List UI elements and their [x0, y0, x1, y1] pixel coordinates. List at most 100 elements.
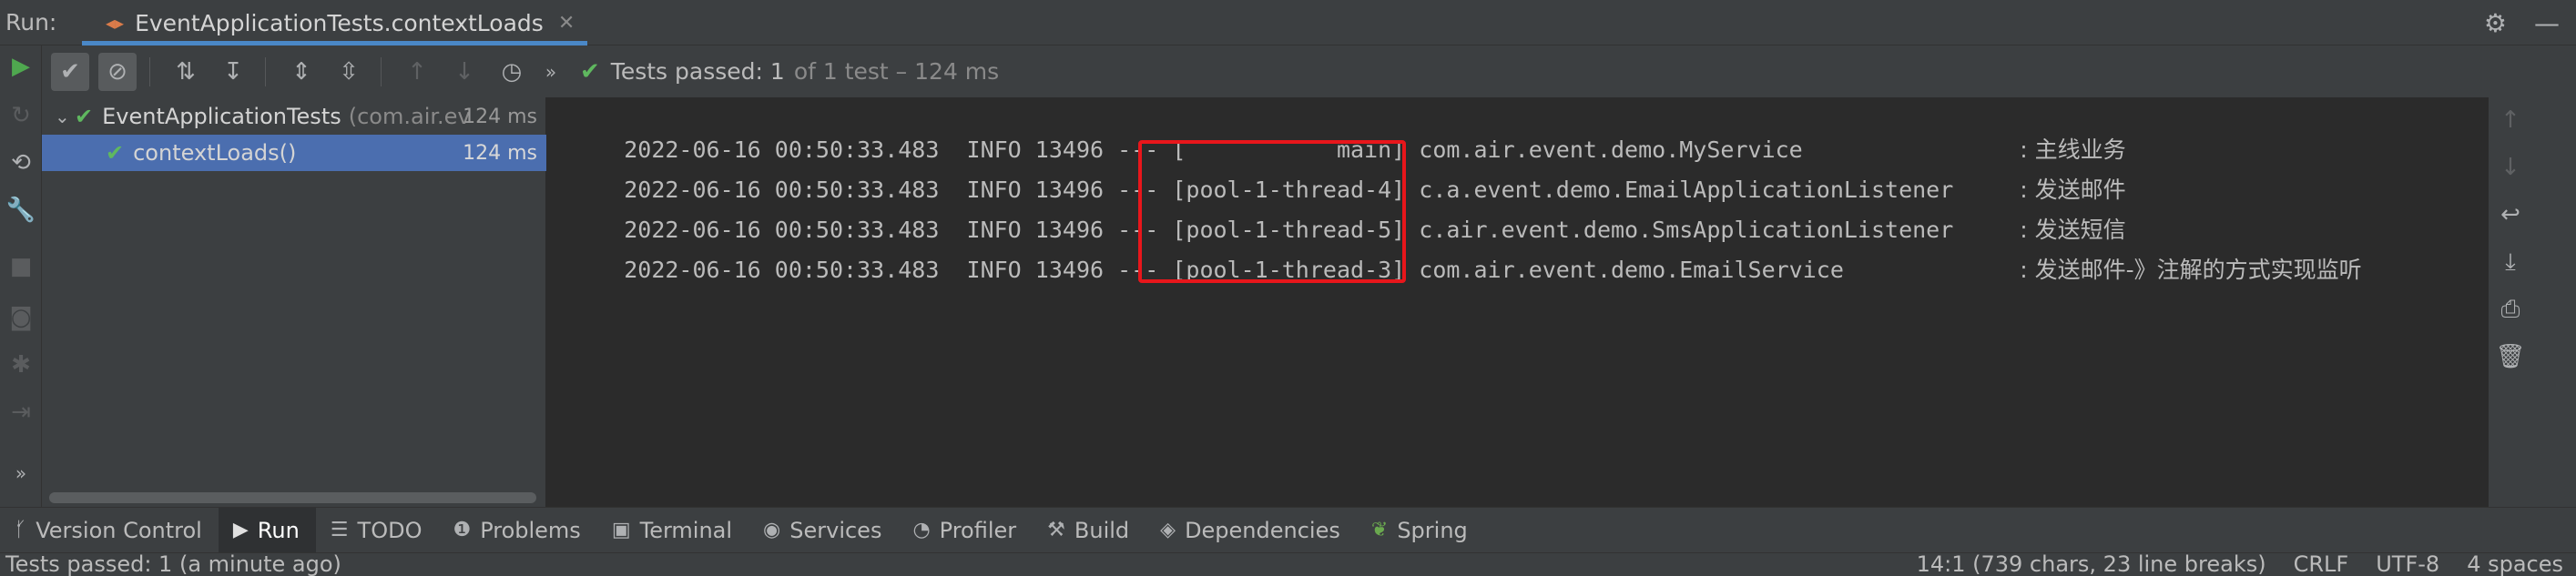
print-icon[interactable]: ⎙: [2489, 296, 2532, 324]
tab-terminal[interactable]: ▣ Terminal: [597, 508, 748, 553]
tab-label: Problems: [480, 517, 581, 543]
test-name: contextLoads(): [133, 140, 297, 166]
expand-all-icon: ⇕: [291, 57, 311, 86]
log-logger: com.air.event.demo.EmailService: [1419, 257, 1844, 283]
tab-todo[interactable]: ☰ TODO: [316, 508, 439, 553]
arrow-down-icon: ↓: [454, 57, 474, 86]
info-icon: ❶: [453, 519, 472, 541]
tab-profiler[interactable]: ◔ Profiler: [898, 508, 1033, 553]
trash-icon[interactable]: 🗑: [2489, 343, 2532, 370]
exit-icon[interactable]: ⇥: [0, 399, 42, 426]
status-message[interactable]: Tests passed: 1 (a minute ago): [5, 551, 341, 576]
gear-icon[interactable]: ⚙: [2484, 8, 2507, 38]
tab-label: Dependencies: [1185, 517, 1340, 543]
caret-position[interactable]: 14:1 (739 chars, 23 line breaks): [1917, 551, 2266, 576]
collapse-all-button[interactable]: ⇳: [330, 53, 368, 91]
tab-label: Run: [257, 517, 300, 543]
branch-icon: ᚶ: [15, 519, 27, 541]
tab-problems[interactable]: ❶ Problems: [438, 508, 596, 553]
tests-passed-detail: of 1 test – 124 ms: [793, 58, 1000, 85]
previous-failed-button[interactable]: ↑: [398, 53, 436, 91]
toolbar-divider: [381, 56, 382, 86]
close-icon[interactable]: ✕: [558, 12, 575, 35]
log-pid: 13496: [1034, 257, 1105, 283]
suite-duration: 124 ms: [463, 105, 537, 128]
profiler-icon: ◔: [912, 519, 931, 541]
tab-label: Profiler: [939, 517, 1017, 543]
rerun-icon[interactable]: ▶: [0, 53, 42, 80]
test-toolbar: ✔ ⊘ ⇅ ↧ ⇕ ⇳ ↑ ↓ ◷ » ✔ Tests passed: 1 of…: [42, 45, 2576, 97]
tab-run[interactable]: ▶ Run: [218, 507, 316, 553]
wrench-icon[interactable]: 🔧: [0, 197, 42, 224]
hammer-icon: ⚒: [1047, 519, 1065, 541]
sort-alphabetically-button[interactable]: ⇅: [167, 53, 205, 91]
test-history-button[interactable]: ◷: [493, 53, 531, 91]
suite-name: EventApplicationTests: [102, 104, 341, 129]
tab-version-control[interactable]: ᚶ Version Control: [0, 508, 219, 553]
log-line: 2022-06-16 00:50:33.483 INFO 13496 --- […: [569, 226, 2361, 283]
console-output[interactable]: 2022-06-16 00:50:33.483 INFO 13496 --- […: [546, 97, 2489, 507]
play-icon: ▶: [232, 519, 249, 541]
more-icon[interactable]: »: [0, 462, 42, 484]
run-label: Run:: [5, 9, 57, 35]
arrow-up-icon[interactable]: ↑: [2489, 106, 2532, 134]
horizontal-scrollbar[interactable]: [49, 492, 536, 503]
next-failed-button[interactable]: ↓: [445, 53, 484, 91]
minimize-icon[interactable]: —: [2534, 8, 2560, 38]
camera-icon[interactable]: ◙: [0, 304, 42, 331]
terminal-icon: ▣: [611, 519, 631, 541]
toolbar-divider: [265, 56, 266, 86]
console-side-toolbar: ↑ ↓ ↩ ⤓ ⎙ 🗑: [2489, 97, 2576, 507]
scroll-to-end-icon[interactable]: ⤓: [2489, 248, 2532, 277]
tab-services[interactable]: ◉ Services: [748, 508, 898, 553]
tests-status: ✔ Tests passed: 1 of 1 test – 124 ms: [580, 58, 999, 86]
toggle-auto-test-icon[interactable]: ⟲: [0, 149, 42, 177]
tab-label: Services: [789, 517, 882, 543]
run-config-tab[interactable]: ◂▸ EventApplicationTests.contextLoads ✕: [82, 0, 588, 45]
arrow-up-icon: ↑: [407, 57, 427, 86]
rerun-failed-icon[interactable]: ↻: [0, 102, 42, 129]
checkmark-icon: ✔: [60, 57, 80, 86]
line-separator[interactable]: CRLF: [2294, 551, 2349, 576]
sort-alpha-icon: ⇅: [176, 57, 196, 86]
run-window-header: Run: ◂▸ EventApplicationTests.contextLoa…: [0, 0, 2576, 45]
chevron-down-icon[interactable]: ⌄: [55, 106, 75, 127]
tab-spring[interactable]: ❦ Spring: [1357, 508, 1484, 553]
stop-icon[interactable]: ■: [0, 253, 42, 280]
left-run-toolbar: ▶ ↻ ⟲ 🔧 ■ ◙ ✱ ⇥ »: [0, 45, 42, 507]
expand-all-button[interactable]: ⇕: [282, 53, 321, 91]
tab-build[interactable]: ⚒ Build: [1033, 508, 1145, 553]
debug-icon[interactable]: ✱: [0, 351, 42, 379]
show-ignored-button[interactable]: ⊘: [98, 52, 137, 91]
history-icon: ◷: [501, 57, 523, 86]
checkmark-icon: ✔: [580, 57, 600, 86]
layers-icon: ◈: [1160, 519, 1176, 541]
tree-item-suite[interactable]: ⌄ ✔ EventApplicationTests (com.air.ev 12…: [42, 98, 546, 135]
log-timestamp: 2022-06-16 00:50:33.483: [624, 257, 940, 283]
leaf-icon: ❦: [1370, 519, 1389, 541]
checkmark-icon: ✔: [75, 104, 94, 129]
tab-label: EventApplicationTests.contextLoads: [135, 9, 544, 36]
soft-wrap-icon[interactable]: ↩: [2489, 201, 2532, 228]
show-passed-button[interactable]: ✔: [51, 52, 89, 91]
tree-item-test[interactable]: ✔ contextLoads() 124 ms: [42, 135, 546, 171]
ignored-icon: ⊘: [107, 57, 127, 86]
test-tree: ⌄ ✔ EventApplicationTests (com.air.ev 12…: [42, 97, 546, 507]
tab-dependencies[interactable]: ◈ Dependencies: [1145, 508, 1357, 553]
tests-passed-label: Tests passed:: [610, 58, 763, 85]
sort-duration-icon: ↧: [223, 57, 243, 86]
more-toolbar-button[interactable]: »: [540, 53, 562, 91]
checkmark-icon: ✔: [106, 140, 125, 166]
thread-highlight-box: [1138, 140, 1406, 283]
junit-icon: ◂▸: [106, 12, 125, 34]
indent-setting[interactable]: 4 spaces: [2467, 551, 2563, 576]
file-encoding[interactable]: UTF-8: [2376, 551, 2439, 576]
more-icon: »: [545, 60, 557, 83]
tool-window-bar: ᚶ Version Control ▶ Run ☰ TODO ❶ Problem…: [0, 507, 2576, 553]
log-message: : 发送邮件-》注解的方式实现监听: [2020, 257, 2362, 283]
sort-by-duration-button[interactable]: ↧: [214, 53, 252, 91]
status-bar: Tests passed: 1 (a minute ago) 14:1 (739…: [0, 551, 2576, 576]
arrow-down-icon[interactable]: ↓: [2489, 154, 2532, 181]
log-level: INFO: [966, 257, 1022, 283]
tab-label: Terminal: [639, 517, 733, 543]
